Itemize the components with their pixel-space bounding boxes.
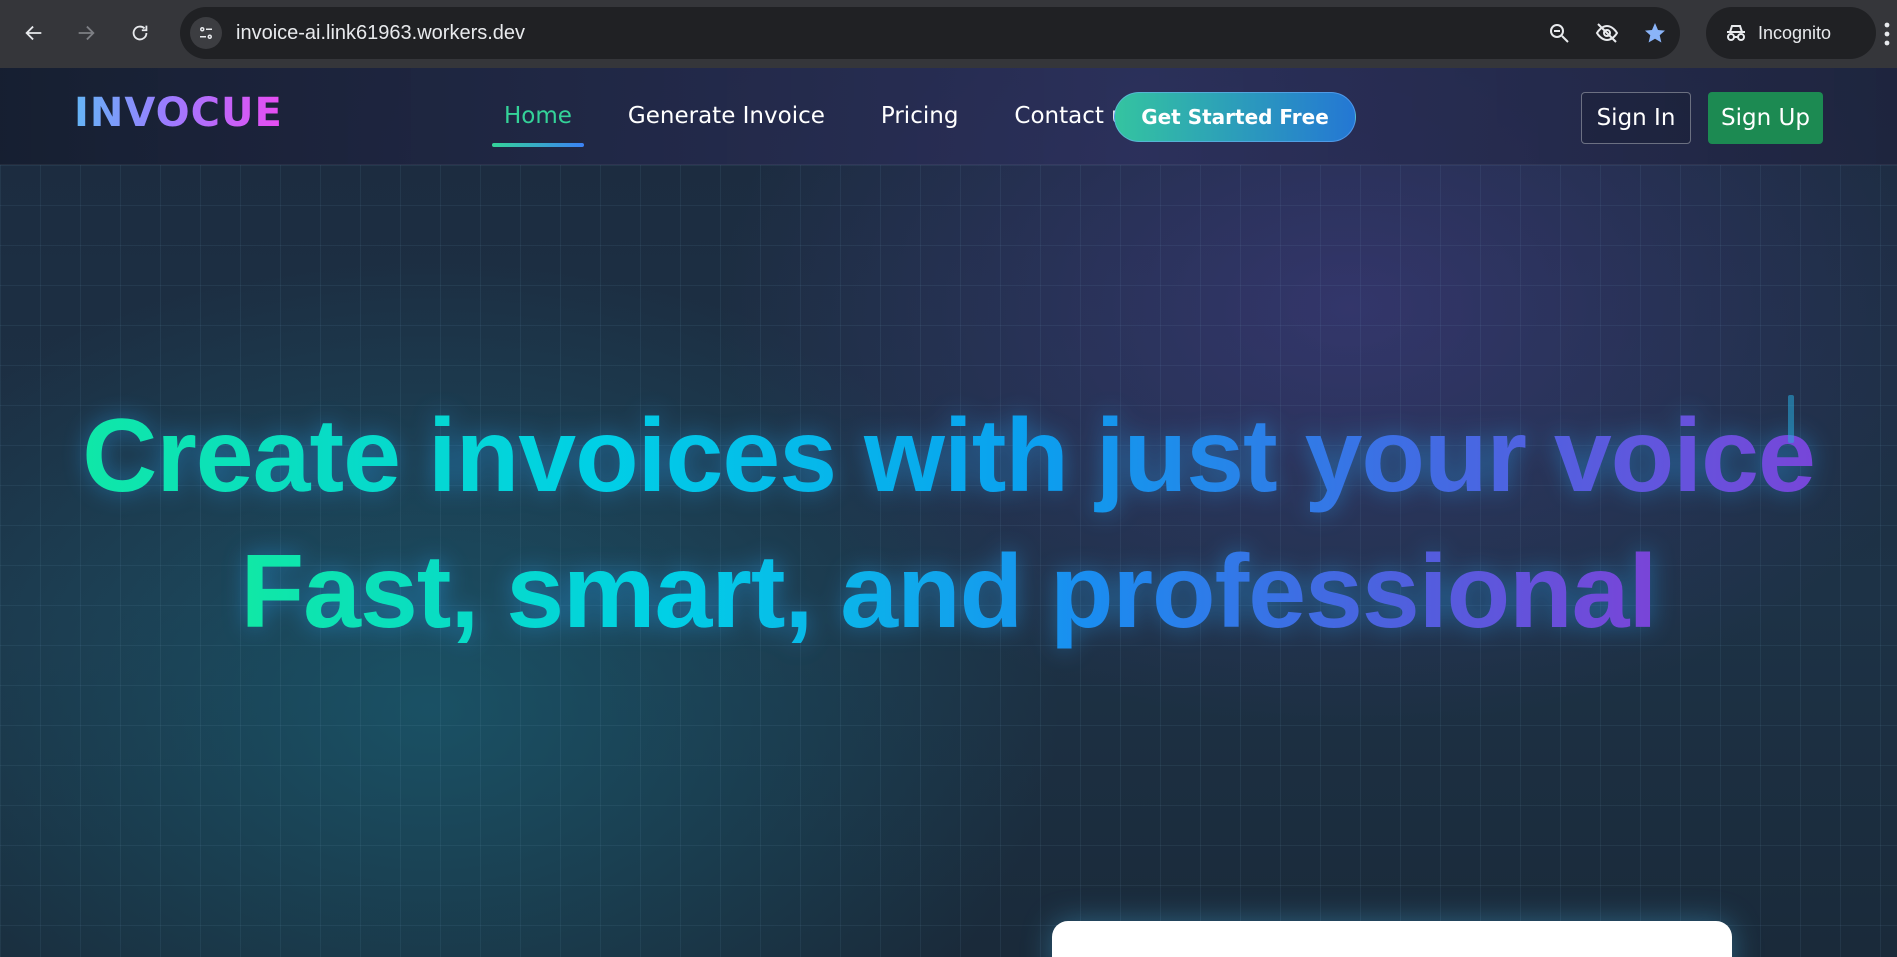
hero-section: Create invoices with just your voice Fas… — [0, 388, 1897, 660]
hero-subheadline: Fast, smart, and professional — [241, 524, 1658, 660]
url-text[interactable]: invoice-ai.link61963.workers.dev — [236, 7, 525, 59]
incognito-label: Incognito — [1758, 22, 1832, 43]
back-icon[interactable] — [16, 15, 52, 51]
web-page: INVOCUE Home Generate Invoice Pricing Co… — [0, 68, 1897, 957]
browser-toolbar: invoice-ai.link61963.workers.dev Incogni… — [0, 0, 1897, 68]
hero-headline: Create invoices with just your voice — [64, 388, 1833, 524]
more-menu-icon[interactable] — [1880, 20, 1894, 48]
incognito-indicator[interactable]: Incognito — [1706, 7, 1876, 59]
nav-home[interactable]: Home — [492, 68, 584, 165]
content-card — [1052, 921, 1732, 957]
site-info-icon[interactable] — [190, 17, 222, 49]
logo[interactable]: INVOCUE — [74, 90, 283, 136]
nav-generate-invoice[interactable]: Generate Invoice — [616, 68, 837, 165]
sign-in-button[interactable]: Sign In — [1581, 92, 1691, 144]
address-bar[interactable]: invoice-ai.link61963.workers.dev — [180, 7, 1680, 59]
get-started-button[interactable]: Get Started Free — [1114, 92, 1356, 142]
nav-pricing[interactable]: Pricing — [869, 68, 971, 165]
forward-icon[interactable] — [68, 15, 104, 51]
bookmark-star-icon[interactable] — [1640, 18, 1670, 48]
typing-cursor — [1788, 395, 1794, 443]
reload-icon[interactable] — [122, 15, 158, 51]
site-header: INVOCUE Home Generate Invoice Pricing Co… — [0, 68, 1897, 165]
incognito-icon — [1727, 25, 1745, 41]
main-nav: Home Generate Invoice Pricing Contact us — [492, 68, 1182, 165]
eye-off-icon[interactable] — [1592, 18, 1622, 48]
sign-up-button[interactable]: Sign Up — [1708, 92, 1823, 144]
zoom-icon[interactable] — [1544, 18, 1574, 48]
